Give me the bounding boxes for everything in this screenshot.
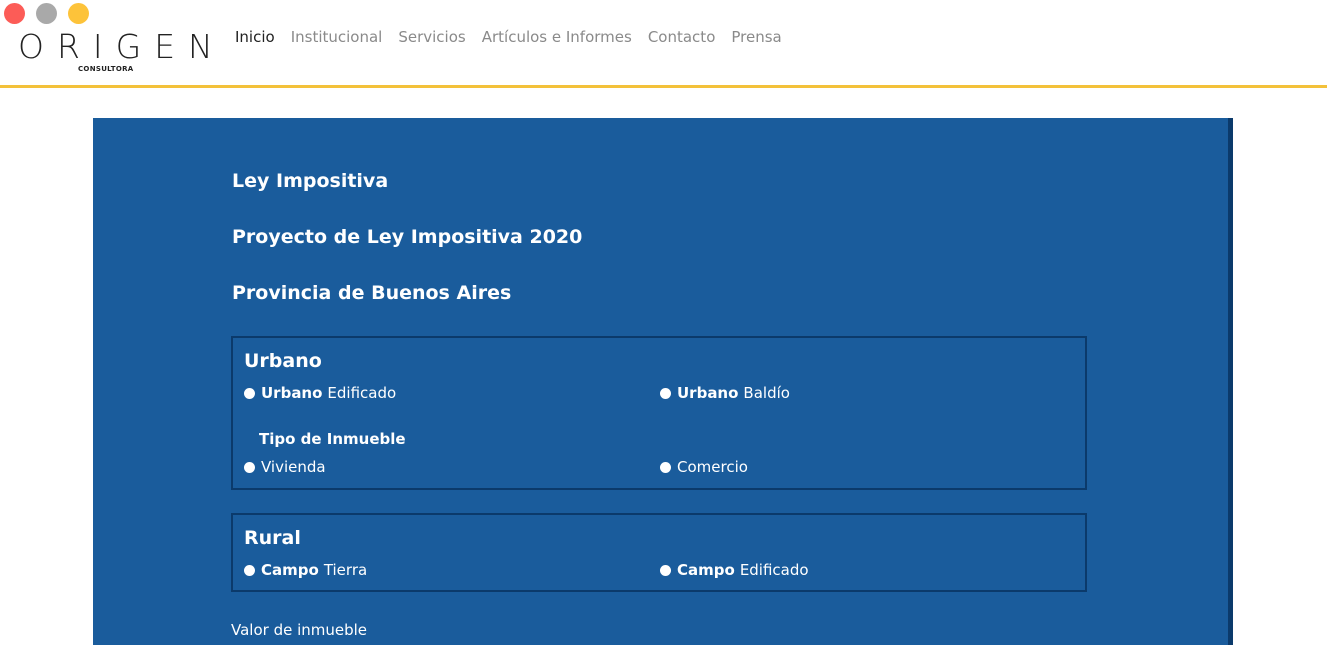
radio-campo-edificado[interactable]: Campo Edificado <box>660 561 809 579</box>
nav-item-servicios[interactable]: Servicios <box>398 28 465 46</box>
option-bold-label: Campo <box>677 561 735 579</box>
origen-logo[interactable]: ORIGEN CONSULTORA <box>18 28 214 78</box>
nav-item-prensa[interactable]: Prensa <box>731 28 781 46</box>
page-subtitle-proyecto: Proyecto de Ley Impositiva 2020 <box>232 226 583 248</box>
header-divider <box>0 85 1327 88</box>
option-bold-label: Urbano <box>677 384 739 402</box>
option-label: Edificado <box>739 561 809 579</box>
urbano-fieldset: Urbano Urbano Edificado Urbano Baldío Ti… <box>231 336 1087 490</box>
option-label: Baldío <box>743 384 790 402</box>
nav-item-inicio[interactable]: Inicio <box>235 28 275 46</box>
radio-urbano-baldio[interactable]: Urbano Baldío <box>660 384 790 402</box>
page-subtitle-provincia: Provincia de Buenos Aires <box>232 282 512 304</box>
calculator-panel: Ley Impositiva Proyecto de Ley Impositiv… <box>93 118 1233 645</box>
valor-inmueble-label: Valor de inmueble <box>231 621 368 639</box>
radio-circle-icon[interactable] <box>244 387 255 399</box>
option-label: Comercio <box>677 458 748 476</box>
site-header: ORIGEN CONSULTORA Inicio Institucional S… <box>0 0 1327 85</box>
radio-circle-icon[interactable] <box>244 461 255 473</box>
nav-item-contacto[interactable]: Contacto <box>648 28 716 46</box>
rural-title: Rural <box>244 527 301 549</box>
window-controls <box>4 3 89 24</box>
page-title-ley-impositiva: Ley Impositiva <box>232 170 389 192</box>
radio-circle-icon[interactable] <box>244 564 255 576</box>
option-label: Edificado <box>327 384 397 402</box>
option-bold-label: Urbano <box>261 384 323 402</box>
close-window-icon[interactable] <box>4 3 25 24</box>
radio-circle-icon[interactable] <box>660 564 671 576</box>
urbano-title: Urbano <box>244 350 322 372</box>
nav-item-articulos-informes[interactable]: Artículos e Informes <box>482 28 632 46</box>
option-label: Tierra <box>323 561 368 579</box>
radio-circle-icon[interactable] <box>660 461 671 473</box>
tipo-inmueble-label: Tipo de Inmueble <box>259 430 406 448</box>
radio-campo-tierra[interactable]: Campo Tierra <box>244 561 367 579</box>
option-bold-label: Campo <box>261 561 319 579</box>
main-navigation: Inicio Institucional Servicios Artículos… <box>235 28 782 46</box>
minimize-window-icon[interactable] <box>36 3 57 24</box>
nav-item-institucional[interactable]: Institucional <box>291 28 383 46</box>
logo-wordmark: ORIGEN <box>18 27 226 66</box>
option-label: Vivienda <box>261 458 326 476</box>
logo-subtitle: CONSULTORA <box>78 65 134 73</box>
rural-fieldset: Rural Campo Tierra Campo Edificado <box>231 513 1087 592</box>
radio-vivienda[interactable]: Vivienda <box>244 458 326 476</box>
radio-comercio[interactable]: Comercio <box>660 458 748 476</box>
radio-urbano-edificado[interactable]: Urbano Edificado <box>244 384 396 402</box>
maximize-window-icon[interactable] <box>68 3 89 24</box>
radio-circle-icon[interactable] <box>660 387 671 399</box>
